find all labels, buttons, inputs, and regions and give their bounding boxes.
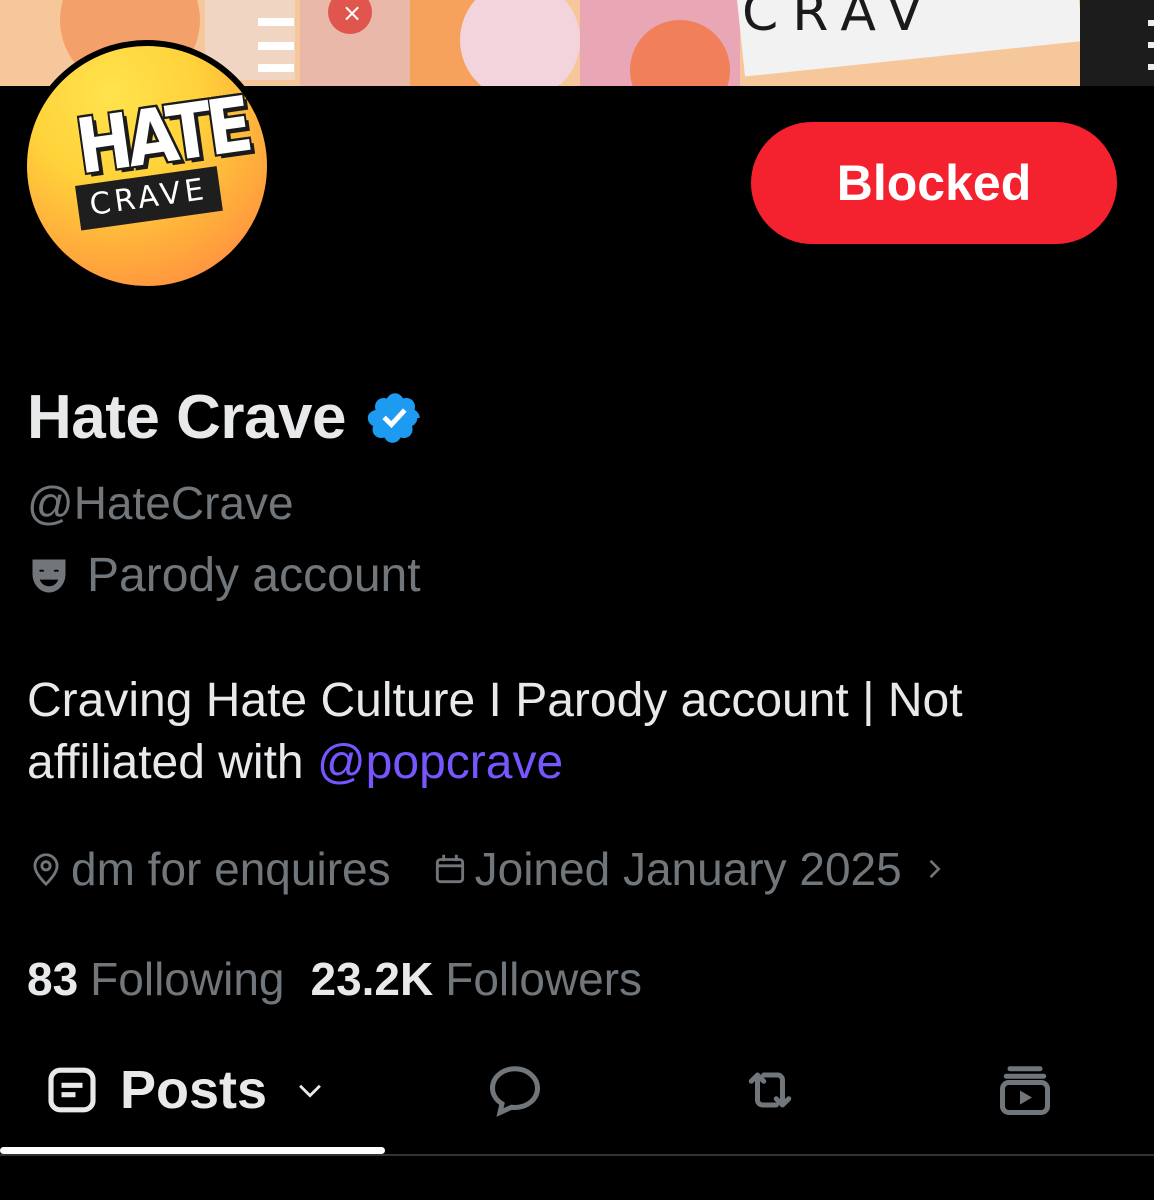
tab-reposts[interactable] bbox=[725, 1040, 815, 1140]
avatar[interactable]: HATE CRAVE bbox=[21, 40, 273, 292]
tab-replies[interactable] bbox=[470, 1040, 560, 1140]
active-tab-indicator bbox=[0, 1147, 385, 1154]
chevron-down-icon[interactable] bbox=[293, 1073, 327, 1107]
tab-media[interactable] bbox=[980, 1040, 1070, 1140]
tab-divider bbox=[0, 1154, 1154, 1156]
theater-mask-icon bbox=[32, 559, 66, 592]
name-row: Hate Crave bbox=[27, 382, 424, 453]
bio-mention-link[interactable]: @popcrave bbox=[317, 736, 563, 789]
tab-posts-label: Posts bbox=[120, 1060, 268, 1120]
joined-text: Joined January 2025 bbox=[474, 843, 902, 895]
followers-count: 23.2K bbox=[310, 953, 434, 1005]
followers-label: Followers bbox=[445, 953, 643, 1005]
location-item: dm for enquires bbox=[27, 842, 391, 896]
location-text: dm for enquires bbox=[71, 843, 391, 895]
location-pin-icon bbox=[33, 853, 59, 886]
follow-stats: 83 Following 23.2K Followers bbox=[27, 952, 642, 1006]
calendar-icon bbox=[435, 854, 464, 884]
following-label: Following bbox=[90, 953, 285, 1005]
followers-link[interactable]: 23.2K Followers bbox=[310, 952, 642, 1006]
verified-badge-icon[interactable] bbox=[366, 389, 424, 447]
following-link[interactable]: 83 Following bbox=[27, 952, 284, 1006]
username-handle: @HateCrave bbox=[27, 477, 294, 529]
following-count: 83 bbox=[27, 953, 79, 1005]
display-name: Hate Crave bbox=[27, 383, 346, 452]
posts-list-icon bbox=[48, 1067, 96, 1113]
profile-meta: dm for enquires Joined January 2025 bbox=[27, 842, 954, 896]
speech-bubble-icon bbox=[489, 1066, 541, 1117]
blocked-button[interactable]: Blocked bbox=[751, 122, 1117, 244]
svg-text:×: × bbox=[342, 0, 362, 27]
repost-icon bbox=[748, 1072, 792, 1108]
parody-label: Parody account bbox=[87, 549, 421, 602]
parody-label-row: Parody account bbox=[27, 548, 421, 603]
avatar-image: HATE CRAVE bbox=[27, 46, 267, 286]
media-play-icon bbox=[1000, 1066, 1050, 1115]
tab-posts[interactable]: Posts bbox=[40, 1040, 380, 1140]
banner-text: CRAV bbox=[742, 0, 936, 43]
joined-item[interactable]: Joined January 2025 bbox=[431, 842, 954, 896]
profile-tabs: Posts bbox=[0, 1040, 1154, 1154]
profile-page: × CRAV HATE CRAVE Blocked Hate Crave @Ha… bbox=[0, 0, 1154, 1200]
bio: Craving Hate Culture I Parody account | … bbox=[27, 670, 1127, 794]
chevron-right-icon bbox=[929, 859, 941, 879]
